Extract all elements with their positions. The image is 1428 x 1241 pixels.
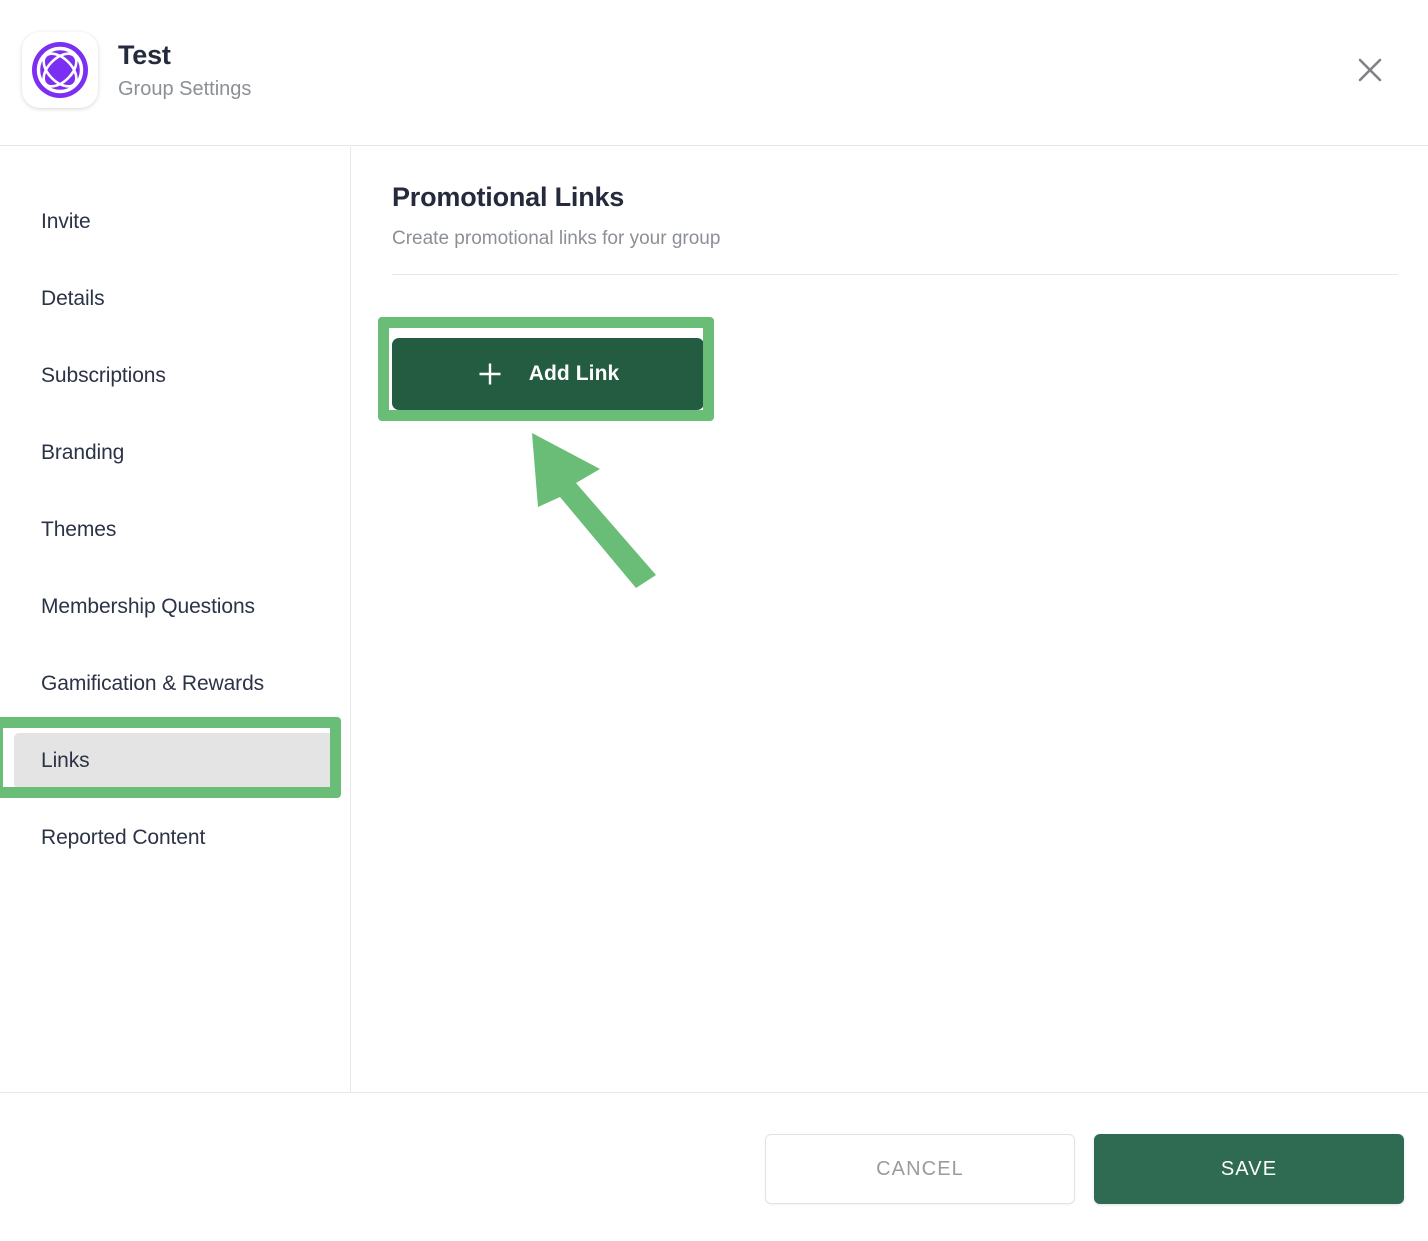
close-button[interactable]: [1348, 48, 1392, 92]
plus-icon: [479, 363, 501, 385]
sidebar-item-label: Membership Questions: [41, 595, 255, 618]
section-title: Promotional Links: [392, 182, 625, 212]
sidebar-item-branding[interactable]: Branding: [14, 425, 336, 481]
main-content: Promotional Links Create promotional lin…: [352, 147, 1428, 1092]
group-settings-dialog: Test Group Settings Invite Details Subsc…: [0, 0, 1428, 1241]
sidebar-item-label: Subscriptions: [41, 364, 166, 387]
sidebar-item-label: Reported Content: [41, 826, 206, 849]
dialog-header: Test Group Settings: [0, 0, 1428, 146]
section-divider: [392, 274, 1398, 275]
sidebar-item-themes[interactable]: Themes: [14, 502, 336, 558]
brand-text: Test Group Settings: [118, 38, 251, 103]
settings-sidebar: Invite Details Subscriptions Branding Th…: [0, 147, 351, 1092]
sidebar-item-label: Details: [41, 287, 105, 310]
sidebar-item-details[interactable]: Details: [14, 271, 336, 327]
cancel-button[interactable]: CANCEL: [765, 1134, 1075, 1204]
sidebar-item-membership-questions[interactable]: Membership Questions: [14, 579, 336, 635]
sidebar-item-label: Themes: [41, 518, 117, 541]
add-link-area: Add Link: [392, 338, 704, 410]
brand-block: Test Group Settings: [22, 32, 251, 108]
page-subtitle: Group Settings: [118, 77, 252, 100]
sidebar-item-label: Links: [41, 749, 90, 772]
sidebar-item-label: Invite: [41, 210, 91, 233]
sidebar-item-gamification-rewards[interactable]: Gamification & Rewards: [14, 656, 336, 712]
sidebar-item-label: Branding: [41, 441, 125, 464]
add-link-label: Add Link: [528, 362, 620, 385]
add-link-button[interactable]: Add Link: [392, 338, 704, 410]
sidebar-item-label: Gamification & Rewards: [41, 672, 265, 695]
sidebar-item-subscriptions[interactable]: Subscriptions: [14, 348, 336, 404]
save-button[interactable]: SAVE: [1094, 1134, 1404, 1204]
sidebar-item-reported-content[interactable]: Reported Content: [14, 810, 336, 866]
sidebar-item-links[interactable]: Links: [14, 733, 336, 789]
page-title: Test: [118, 39, 171, 70]
sidebar-item-invite[interactable]: Invite: [14, 194, 336, 250]
section-subtitle: Create promotional links for your group: [392, 228, 721, 249]
close-icon: [1358, 58, 1382, 82]
group-logo-icon: [22, 32, 98, 108]
